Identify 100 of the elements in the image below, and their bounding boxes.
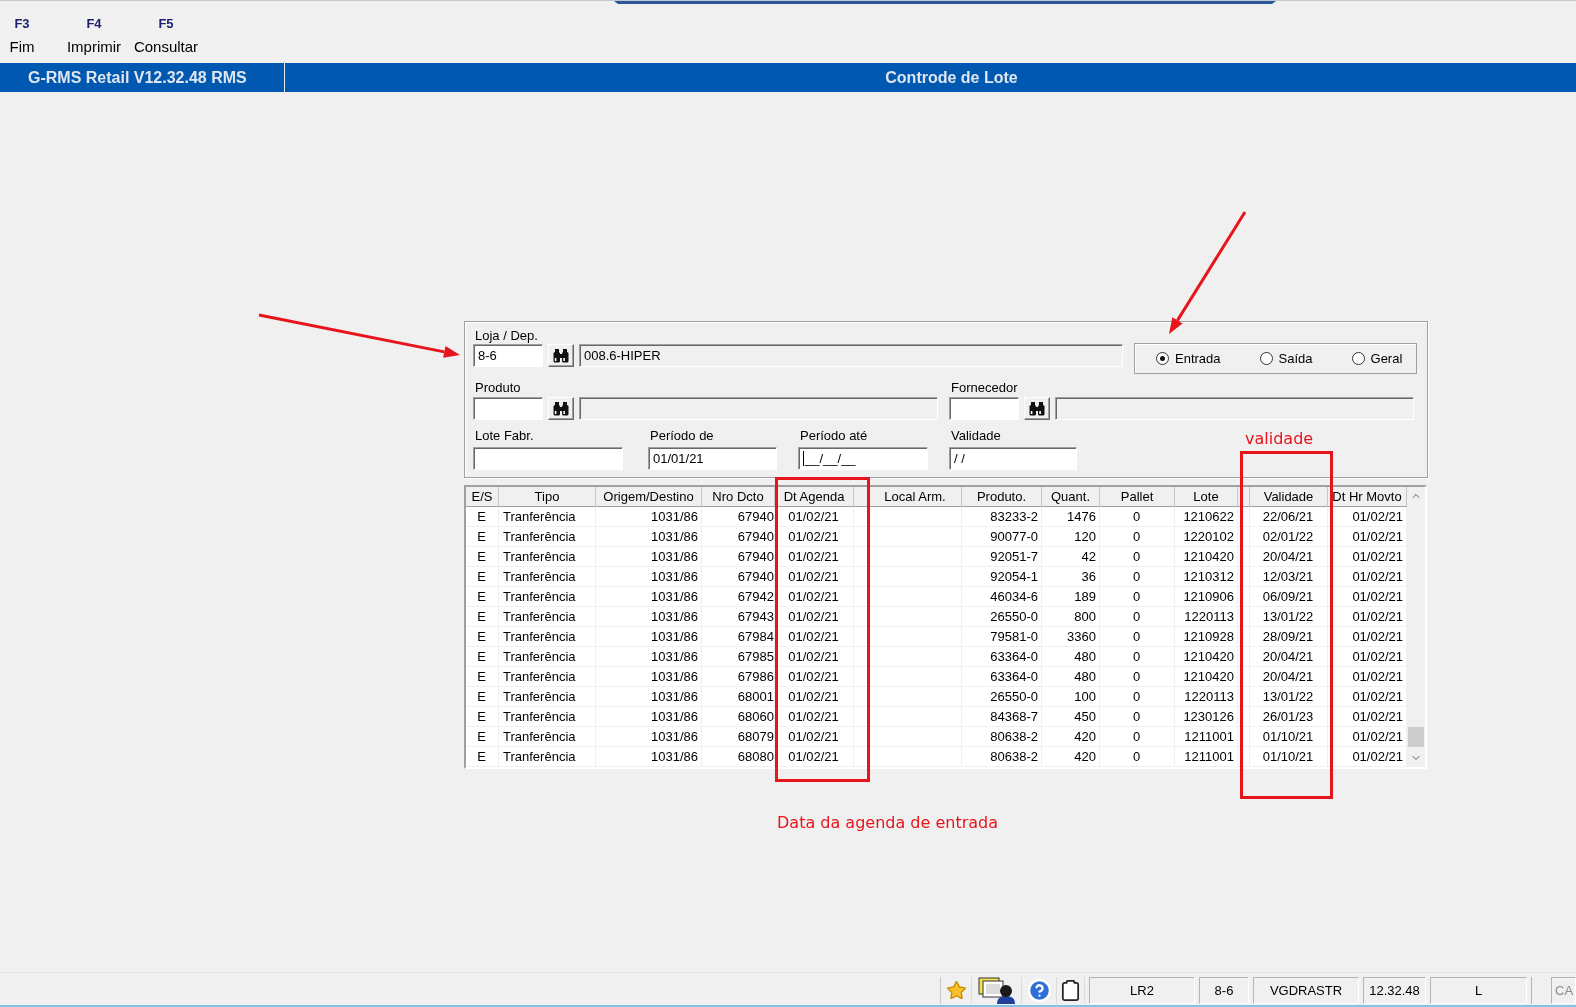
input-field[interactable]: / / bbox=[949, 447, 1077, 470]
toolbar-button[interactable]: F4 Imprimir bbox=[58, 4, 130, 59]
table-cell: E bbox=[466, 567, 499, 587]
table-cell: 67985 bbox=[702, 647, 775, 667]
table-cell: Tranferência bbox=[499, 627, 596, 647]
table-cell: 1210312 bbox=[1175, 567, 1238, 587]
input-field[interactable]: __/__/__ bbox=[798, 447, 928, 470]
table-cell: 1210928 bbox=[1175, 627, 1238, 647]
field-label: Produto bbox=[474, 380, 521, 395]
table-cell: 1031/86 bbox=[596, 747, 702, 767]
table-cell: 0 bbox=[1100, 707, 1175, 727]
table-cell: 92051-7 bbox=[962, 547, 1042, 567]
input-field[interactable]: 01/01/21 bbox=[648, 447, 777, 470]
input-field[interactable] bbox=[473, 397, 543, 420]
table-cell: 1031/86 bbox=[596, 647, 702, 667]
search-button[interactable] bbox=[1024, 397, 1050, 420]
toolbar-button[interactable]: F5 Consultar bbox=[130, 4, 202, 59]
table-cell: 83233-2 bbox=[962, 507, 1042, 527]
table-cell: 0 bbox=[1100, 727, 1175, 747]
table-cell: 0 bbox=[1100, 527, 1175, 547]
table-cell: 1031/86 bbox=[596, 707, 702, 727]
table-cell: 450 bbox=[1042, 707, 1100, 727]
table-cell: 80638-2 bbox=[962, 747, 1042, 767]
table-cell: 01/02/21 bbox=[775, 547, 854, 567]
input-field[interactable]: 8-6 bbox=[473, 344, 543, 367]
table-cell: 800 bbox=[1042, 607, 1100, 627]
binoculars-icon bbox=[1029, 401, 1045, 416]
radio-option[interactable]: Geral bbox=[1351, 351, 1403, 366]
table-cell: 1210420 bbox=[1175, 647, 1238, 667]
column-header: Nro Dcto bbox=[702, 487, 775, 507]
vertical-scrollbar[interactable] bbox=[1407, 487, 1425, 767]
input-field[interactable] bbox=[473, 447, 623, 470]
table-cell: 20/04/21 bbox=[1250, 647, 1328, 667]
table-cell: Tranferência bbox=[499, 727, 596, 747]
table-cell: E bbox=[466, 667, 499, 687]
table-cell: 28/09/21 bbox=[1250, 627, 1328, 647]
toolbar-button[interactable]: F3 Fim bbox=[0, 4, 44, 59]
screen-title: Controde de Lote bbox=[885, 68, 1018, 87]
search-button[interactable] bbox=[548, 344, 574, 367]
table-cell: 0 bbox=[1100, 567, 1175, 587]
table-cell: Tranferência bbox=[499, 527, 596, 547]
table-cell: 1210420 bbox=[1175, 547, 1238, 567]
text-cursor bbox=[803, 451, 804, 466]
star-icon[interactable] bbox=[945, 980, 967, 1001]
field-label: Validade bbox=[950, 428, 1001, 443]
table-cell: 22/06/21 bbox=[1250, 507, 1328, 527]
table-cell: E bbox=[466, 727, 499, 747]
table-cell: 480 bbox=[1042, 647, 1100, 667]
table-cell: 1211001 bbox=[1175, 727, 1238, 747]
table-cell: 68060 bbox=[702, 707, 775, 727]
app-title: G-RMS Retail V12.32.48 RMS bbox=[28, 68, 247, 87]
table-cell: Tranferência bbox=[499, 507, 596, 527]
table-cell: 1031/86 bbox=[596, 547, 702, 567]
table-cell: 1031/86 bbox=[596, 567, 702, 587]
status-panel: VGDRASTR bbox=[1253, 977, 1359, 1004]
table-cell: 01/02/21 bbox=[775, 747, 854, 767]
table-cell: 1210420 bbox=[1175, 667, 1238, 687]
field-label: Período até bbox=[799, 428, 868, 443]
table-cell: 1031/86 bbox=[596, 527, 702, 547]
radio-option[interactable]: Saída bbox=[1259, 351, 1313, 366]
table-cell: 01/02/21 bbox=[775, 607, 854, 627]
table-cell: Tranferência bbox=[499, 587, 596, 607]
scroll-thumb[interactable] bbox=[1408, 727, 1424, 747]
search-button[interactable] bbox=[548, 397, 574, 420]
table-cell: 92054-1 bbox=[962, 567, 1042, 587]
table-cell: 01/02/21 bbox=[775, 567, 854, 587]
table-cell: 01/02/21 bbox=[775, 707, 854, 727]
table-cell: 0 bbox=[1100, 687, 1175, 707]
table-cell: 13/01/22 bbox=[1250, 687, 1328, 707]
table-cell: 0 bbox=[1100, 667, 1175, 687]
table-cell: Tranferência bbox=[499, 647, 596, 667]
table-cell: 1031/86 bbox=[596, 607, 702, 627]
table-cell: 06/09/21 bbox=[1250, 587, 1328, 607]
table-cell: 01/02/21 bbox=[775, 727, 854, 747]
field-label: Período de bbox=[649, 428, 714, 443]
table-cell: 90077-0 bbox=[962, 527, 1042, 547]
column-header: E/S bbox=[466, 487, 499, 507]
table-cell: 189 bbox=[1042, 587, 1100, 607]
table-cell: 0 bbox=[1100, 747, 1175, 767]
table-cell: 01/02/21 bbox=[775, 687, 854, 707]
table-cell: 63364-0 bbox=[962, 667, 1042, 687]
table-cell: 67940 bbox=[702, 527, 775, 547]
table-cell: 1220102 bbox=[1175, 527, 1238, 547]
table-cell: Tranferência bbox=[499, 667, 596, 687]
input-field[interactable] bbox=[949, 397, 1019, 420]
table-cell: E bbox=[466, 547, 499, 567]
table-cell: 01/10/21 bbox=[1250, 747, 1328, 767]
annotation-text: Data da agenda de entrada bbox=[777, 813, 998, 832]
radio-option[interactable]: Entrada bbox=[1156, 351, 1221, 366]
help-icon[interactable] bbox=[1026, 978, 1052, 1003]
picture-user-icon[interactable] bbox=[977, 977, 1016, 1004]
table-cell: 67940 bbox=[702, 547, 775, 567]
table-cell: 42 bbox=[1042, 547, 1100, 567]
table-cell: E bbox=[466, 527, 499, 547]
table-cell: 46034-6 bbox=[962, 587, 1042, 607]
table-cell: E bbox=[466, 607, 499, 627]
status-panel: 12.32.48 bbox=[1363, 977, 1426, 1004]
table-cell: 20/04/21 bbox=[1250, 667, 1328, 687]
table-cell: 26550-0 bbox=[962, 687, 1042, 707]
clipboard-icon[interactable] bbox=[1059, 979, 1082, 1002]
